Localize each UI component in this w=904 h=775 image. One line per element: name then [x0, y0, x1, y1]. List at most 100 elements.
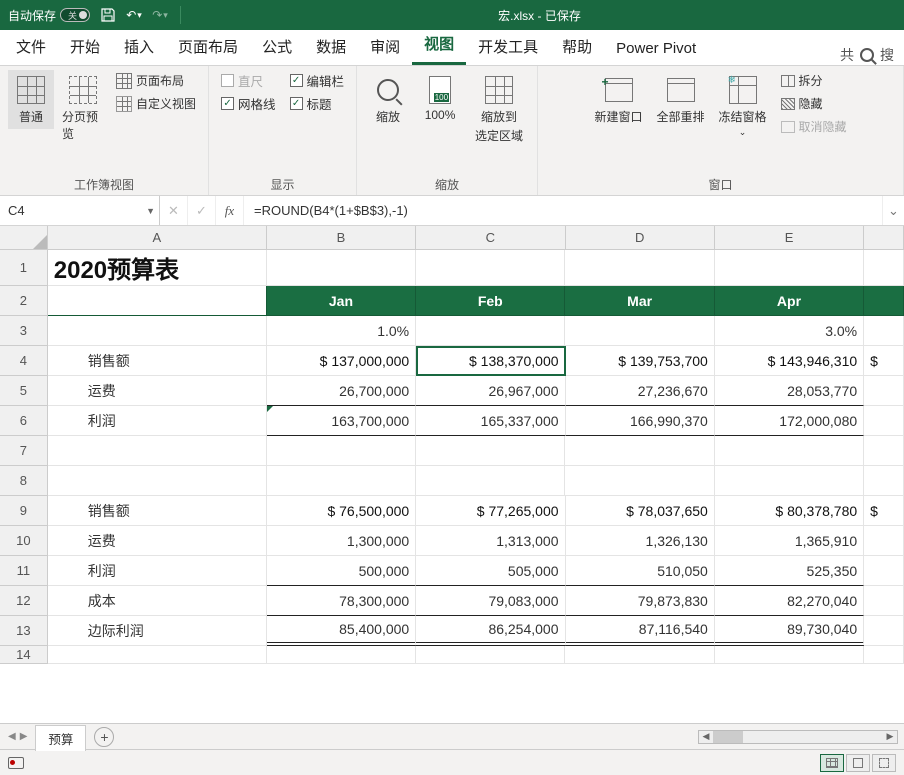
row-header[interactable]: 7: [0, 436, 48, 466]
zoom-button[interactable]: 缩放: [365, 70, 411, 129]
cell[interactable]: $: [864, 346, 904, 376]
cell[interactable]: 1,300,000: [267, 526, 416, 556]
selected-cell[interactable]: $ 138,370,000: [416, 346, 565, 376]
tab-data[interactable]: 数据: [304, 28, 358, 65]
cell[interactable]: $ 76,500,000: [267, 496, 416, 526]
view-normal-icon[interactable]: [820, 754, 844, 772]
row-label[interactable]: 销售额: [48, 346, 267, 376]
zoom-selection-button[interactable]: 缩放到选定区域: [469, 70, 529, 148]
fx-icon[interactable]: fx: [216, 196, 244, 225]
cell[interactable]: 27,236,670: [566, 376, 715, 406]
month-header[interactable]: Mar: [565, 286, 714, 316]
horizontal-scrollbar[interactable]: ◀▶: [698, 730, 898, 744]
cell[interactable]: 79,873,830: [566, 586, 715, 616]
chevron-down-icon[interactable]: ▼: [146, 206, 155, 216]
zoom-100-button[interactable]: 100100%: [417, 70, 463, 126]
cell[interactable]: 85,400,000: [267, 616, 416, 646]
cell[interactable]: 26,700,000: [267, 376, 416, 406]
tab-powerpivot[interactable]: Power Pivot: [604, 32, 708, 65]
tab-formulas[interactable]: 公式: [250, 28, 304, 65]
row-header[interactable]: 13: [0, 616, 48, 646]
cell[interactable]: $ 143,946,310: [715, 346, 864, 376]
cell[interactable]: 3.0%: [715, 316, 864, 346]
search-icon[interactable]: [860, 48, 874, 62]
col-header-F[interactable]: [864, 226, 904, 250]
tab-page-layout[interactable]: 页面布局: [166, 28, 250, 65]
cell[interactable]: 172,000,080: [715, 406, 864, 436]
worksheet-grid[interactable]: A B C D E 1 2020预算表 2 Jan Feb Mar Apr 3 …: [0, 226, 904, 723]
cell[interactable]: 525,350: [715, 556, 864, 586]
freeze-panes-button[interactable]: ❄冻结窗格⌄: [715, 70, 771, 142]
cell[interactable]: 87,116,540: [566, 616, 715, 646]
cell[interactable]: 79,083,000: [416, 586, 565, 616]
view-custom-button[interactable]: 自定义视图: [112, 93, 200, 114]
tab-developer[interactable]: 开发工具: [466, 28, 550, 65]
row-header[interactable]: 10: [0, 526, 48, 556]
cancel-formula-icon[interactable]: ✕: [160, 196, 188, 225]
tab-review[interactable]: 审阅: [358, 28, 412, 65]
row-label[interactable]: 运费: [48, 376, 267, 406]
tab-insert[interactable]: 插入: [112, 28, 166, 65]
view-page-layout-button[interactable]: 页面布局: [112, 70, 200, 91]
cell[interactable]: $ 78,037,650: [566, 496, 715, 526]
cell[interactable]: 89,730,040: [715, 616, 864, 646]
view-page-layout-icon[interactable]: [846, 754, 870, 772]
share-button[interactable]: 共: [840, 45, 854, 65]
tab-file[interactable]: 文件: [4, 28, 58, 65]
checkbox-gridlines[interactable]: ✓网格线: [217, 93, 280, 114]
row-header[interactable]: 14: [0, 646, 48, 664]
cell[interactable]: 1.0%: [267, 316, 416, 346]
checkbox-headings[interactable]: ✓标题: [286, 93, 349, 114]
row-label[interactable]: 销售额: [48, 496, 267, 526]
view-page-break-icon[interactable]: [872, 754, 896, 772]
expand-formula-bar-icon[interactable]: ⌄: [882, 196, 904, 225]
row-header[interactable]: 12: [0, 586, 48, 616]
cell[interactable]: 500,000: [267, 556, 416, 586]
tab-view[interactable]: 视图: [412, 25, 466, 65]
row-label[interactable]: 成本: [48, 586, 267, 616]
row-header[interactable]: 6: [0, 406, 48, 436]
cell[interactable]: $: [864, 496, 904, 526]
row-header[interactable]: 1: [0, 250, 48, 286]
cell[interactable]: $ 80,378,780: [715, 496, 864, 526]
cell[interactable]: 78,300,000: [267, 586, 416, 616]
enter-formula-icon[interactable]: ✓: [188, 196, 216, 225]
redo-icon[interactable]: ↷▾: [152, 7, 168, 23]
record-macro-icon[interactable]: [8, 757, 24, 769]
row-header[interactable]: 8: [0, 466, 48, 496]
tab-help[interactable]: 帮助: [550, 28, 604, 65]
col-header-A[interactable]: A: [48, 226, 267, 250]
split-button[interactable]: 拆分: [777, 70, 851, 91]
month-header[interactable]: Apr: [715, 286, 864, 316]
hide-button[interactable]: 隐藏: [777, 93, 851, 114]
formula-input[interactable]: =ROUND(B4*(1+$B$3),-1): [244, 196, 882, 225]
row-label[interactable]: 利润: [48, 406, 267, 436]
col-header-D[interactable]: D: [566, 226, 715, 250]
sheet-tab[interactable]: 预算: [35, 725, 86, 751]
sheet-nav[interactable]: ◀▶: [0, 731, 35, 742]
undo-icon[interactable]: ↶▾: [126, 7, 142, 23]
cell[interactable]: $ 137,000,000: [267, 346, 416, 376]
row-label[interactable]: 运费: [48, 526, 267, 556]
cell[interactable]: 163,700,000: [267, 406, 416, 436]
title-cell[interactable]: 2020预算表: [48, 250, 267, 286]
col-header-E[interactable]: E: [715, 226, 864, 250]
row-label[interactable]: 利润: [48, 556, 267, 586]
cell[interactable]: 82,270,040: [715, 586, 864, 616]
autosave-toggle[interactable]: 自动保存 关: [8, 7, 90, 24]
cell[interactable]: 165,337,000: [416, 406, 565, 436]
cell[interactable]: 510,050: [566, 556, 715, 586]
cell[interactable]: $ 77,265,000: [416, 496, 565, 526]
checkbox-formula-bar[interactable]: ✓编辑栏: [286, 70, 349, 91]
month-header[interactable]: Jan: [267, 286, 416, 316]
name-box[interactable]: C4▼: [0, 196, 160, 225]
row-header[interactable]: 4: [0, 346, 48, 376]
row-header[interactable]: 2: [0, 286, 48, 316]
cell[interactable]: 1,326,130: [566, 526, 715, 556]
row-header[interactable]: 9: [0, 496, 48, 526]
row-header[interactable]: 3: [0, 316, 48, 346]
save-icon[interactable]: [100, 7, 116, 23]
col-header-C[interactable]: C: [416, 226, 565, 250]
view-page-break-button[interactable]: 分页预览: [60, 70, 106, 146]
tab-home[interactable]: 开始: [58, 28, 112, 65]
